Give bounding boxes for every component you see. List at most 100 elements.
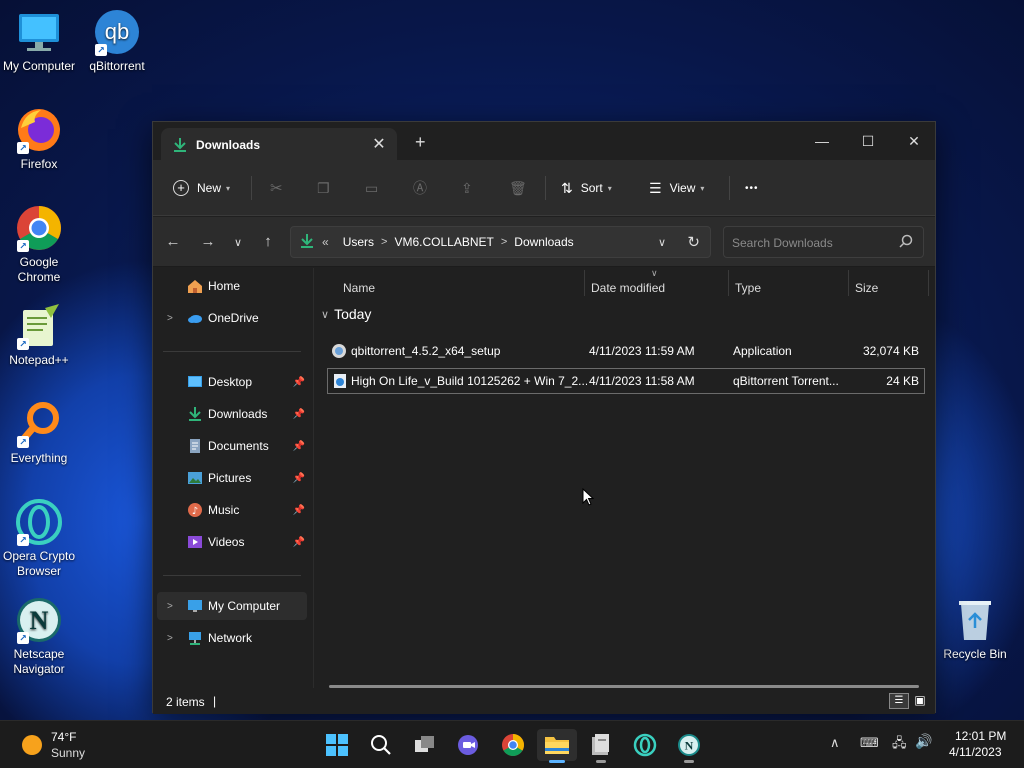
share-button[interactable]: ⇪ xyxy=(461,176,473,200)
taskbar-netscape[interactable]: N xyxy=(669,729,709,763)
new-button[interactable]: + New ▾ xyxy=(173,176,230,200)
sidebar-item-desktop[interactable]: Desktop 📌 xyxy=(157,368,307,396)
breadcrumb-item-user[interactable]: VM6.COLLABNET xyxy=(394,235,493,249)
chevron-right-icon[interactable]: > xyxy=(501,236,507,248)
taskbar-file-explorer[interactable] xyxy=(537,729,577,763)
minimize-button[interactable]: — xyxy=(799,128,845,154)
sidebar-item-label: Videos xyxy=(208,535,245,549)
column-header-type[interactable]: Type xyxy=(735,276,761,300)
pin-icon[interactable]: 📌 xyxy=(293,505,305,516)
forward-arrow-icon[interactable]: → xyxy=(197,233,219,250)
desktop-icon-google-chrome[interactable]: ↗ Google Chrome xyxy=(0,204,78,285)
sidebar-item-onedrive[interactable]: > OneDrive xyxy=(157,304,307,332)
search-input[interactable] xyxy=(732,234,892,252)
running-indicator xyxy=(596,760,606,763)
desktop-icon-my-computer[interactable]: My Computer xyxy=(0,8,78,74)
taskbar-search-button[interactable] xyxy=(361,729,401,761)
file-date: 4/11/2023 11:59 AM xyxy=(589,344,695,358)
sidebar-item-pictures[interactable]: Pictures 📌 xyxy=(157,464,307,492)
desktop-icon-notepad-plus-plus[interactable]: ↗ Notepad++ xyxy=(0,302,78,368)
desktop-icon-opera-crypto[interactable]: ↗ Opera Crypto Browser xyxy=(0,498,78,579)
sidebar-item-downloads[interactable]: Downloads 📌 xyxy=(157,400,307,428)
sidebar-item-label: Home xyxy=(208,279,241,293)
paste-button[interactable]: ▭ xyxy=(365,176,378,200)
notepad-plus-plus-icon: ↗ xyxy=(15,302,63,350)
chrome-icon xyxy=(502,734,524,756)
search-icon[interactable] xyxy=(899,234,913,251)
breadcrumb-overflow[interactable]: « xyxy=(322,235,329,249)
pin-icon[interactable]: 📌 xyxy=(293,537,305,548)
sidebar-item-videos[interactable]: Videos 📌 xyxy=(157,528,307,556)
copy-button[interactable]: ❐ xyxy=(317,176,330,200)
task-view-button[interactable] xyxy=(405,729,445,761)
maximize-button[interactable]: ☐ xyxy=(845,128,891,154)
new-tab-button[interactable]: + xyxy=(415,133,426,151)
network-status-icon[interactable]: 🖧 xyxy=(892,734,907,756)
taskbar-opera[interactable] xyxy=(625,729,665,761)
desktop-icon-firefox[interactable]: ↗ Firefox xyxy=(0,106,78,172)
group-header-today[interactable]: ∨ Today xyxy=(321,306,371,322)
cut-button[interactable]: ✂ xyxy=(270,176,283,200)
tab-downloads[interactable]: Downloads ✕ xyxy=(161,128,397,160)
pin-icon[interactable]: 📌 xyxy=(293,377,305,388)
taskbar-app-installer[interactable] xyxy=(581,729,621,763)
sidebar-item-home[interactable]: Home xyxy=(157,272,307,300)
refresh-icon[interactable]: ↻ xyxy=(687,233,700,251)
address-bar[interactable]: « Users > VM6.COLLABNET > Downloads ∨ ↻ xyxy=(290,226,711,258)
breadcrumb-item-downloads[interactable]: Downloads xyxy=(514,235,573,249)
back-arrow-icon[interactable]: ← xyxy=(162,233,184,250)
see-more-button[interactable]: ••• xyxy=(745,176,759,200)
chevron-right-icon[interactable]: > xyxy=(167,601,173,612)
details-view-icon[interactable]: ☰ xyxy=(889,693,909,709)
pin-icon[interactable]: 📌 xyxy=(293,441,305,452)
address-dropdown-chevron-icon[interactable]: ∨ xyxy=(658,236,666,249)
column-divider[interactable] xyxy=(928,270,929,296)
clock-date[interactable]: 4/11/2023 xyxy=(949,745,1002,759)
shortcut-arrow-icon: ↗ xyxy=(17,142,29,154)
view-button[interactable]: ☰ View ▾ xyxy=(649,176,704,200)
up-arrow-icon[interactable]: ↑ xyxy=(257,233,279,250)
taskbar-chrome[interactable] xyxy=(493,729,533,761)
desktop-icon-everything[interactable]: ↗ Everything xyxy=(0,400,78,466)
breadcrumb-item-users[interactable]: Users xyxy=(343,235,374,249)
column-divider[interactable] xyxy=(584,270,585,296)
sidebar-item-label: Downloads xyxy=(208,407,268,421)
clock-time[interactable]: 12:01 PM xyxy=(955,729,1006,743)
file-size: 24 KB xyxy=(886,374,919,388)
tab-close-icon[interactable]: ✕ xyxy=(369,134,389,154)
sort-button[interactable]: ⇅ Sort ▾ xyxy=(561,176,612,200)
column-divider[interactable] xyxy=(848,270,849,296)
chevron-right-icon[interactable]: > xyxy=(381,236,387,248)
search-box[interactable] xyxy=(723,226,924,258)
sidebar-item-my-computer[interactable]: > My Computer xyxy=(157,592,307,620)
start-button[interactable] xyxy=(317,729,357,761)
weather-widget[interactable]: 74°F Sunny xyxy=(18,729,108,761)
sidebar-item-documents[interactable]: Documents 📌 xyxy=(157,432,307,460)
file-row[interactable]: qbittorrent_4.5.2_x64_setup 4/11/2023 11… xyxy=(327,338,925,364)
sidebar-item-label: Pictures xyxy=(208,471,252,485)
column-header-name[interactable]: Name xyxy=(343,276,375,300)
recent-locations-chevron-icon[interactable]: ∨ xyxy=(227,236,249,249)
file-row[interactable]: High On Life_v_Build 10125262 + Win 7_2.… xyxy=(327,368,925,394)
chat-button[interactable] xyxy=(449,729,489,761)
desktop-icon-recycle-bin[interactable]: Recycle Bin xyxy=(936,596,1014,662)
rename-button[interactable]: Ⓐ xyxy=(413,176,427,200)
desktop-icon-netscape[interactable]: N ↗ Netscape Navigator xyxy=(0,596,78,677)
pin-icon[interactable]: 📌 xyxy=(293,409,305,420)
delete-button[interactable]: 🗑 xyxy=(509,176,527,200)
volume-icon[interactable]: 🔊 xyxy=(915,733,932,750)
chevron-right-icon[interactable]: > xyxy=(167,313,173,324)
touch-keyboard-icon[interactable]: ⌨ xyxy=(860,735,879,751)
chevron-right-icon[interactable]: > xyxy=(167,633,173,644)
sidebar-item-music[interactable]: ♪ Music 📌 xyxy=(157,496,307,524)
show-hidden-icons-chevron-icon[interactable]: ∧ xyxy=(830,735,840,751)
column-header-size[interactable]: Size xyxy=(855,276,878,300)
close-button[interactable]: ✕ xyxy=(891,128,937,154)
pin-icon[interactable]: 📌 xyxy=(293,473,305,484)
desktop-icon-qbittorrent[interactable]: qb ↗ qBittorrent xyxy=(78,8,156,74)
sidebar-item-network[interactable]: > Network xyxy=(157,624,307,652)
column-divider[interactable] xyxy=(728,270,729,296)
tiles-view-icon[interactable]: ▣ xyxy=(911,693,929,709)
column-header-date[interactable]: Date modified xyxy=(591,276,665,300)
toolbar-divider xyxy=(251,176,252,200)
